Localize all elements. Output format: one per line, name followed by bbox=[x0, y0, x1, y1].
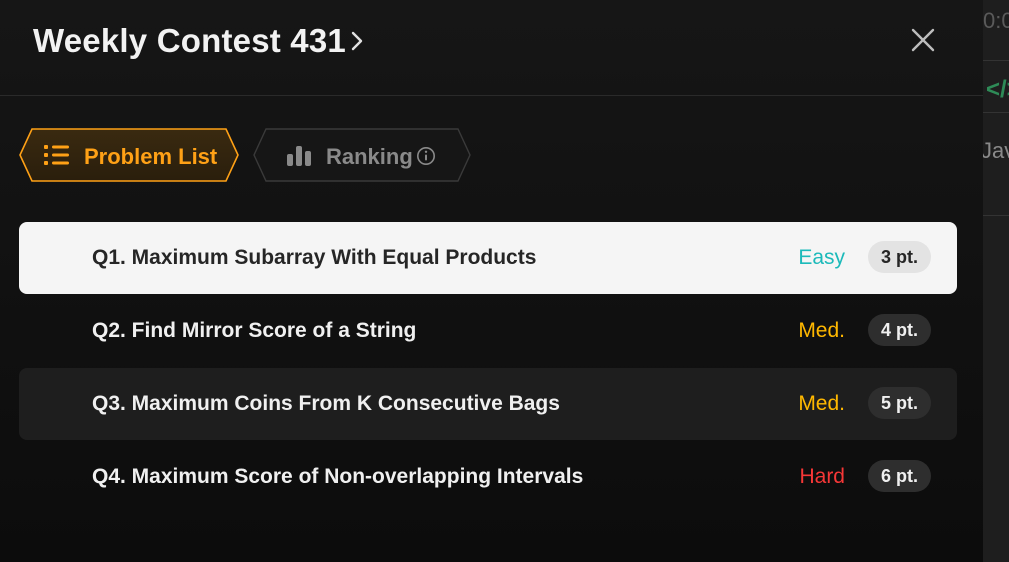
difficulty-label: Hard bbox=[799, 465, 845, 488]
divider bbox=[983, 112, 1009, 113]
points-badge: 5 pt. bbox=[867, 387, 931, 419]
editor-strip: 0:00 </> Java bbox=[983, 0, 1009, 562]
contest-panel: Weekly Contest 431 Problem List Ranking … bbox=[0, 0, 983, 562]
contest-title[interactable]: Weekly Contest 431 bbox=[33, 22, 346, 60]
tab-problem-list[interactable]: Problem List bbox=[18, 128, 240, 182]
problem-item-q4[interactable]: Q4. Maximum Score of Non-overlapping Int… bbox=[19, 441, 957, 513]
list-icon bbox=[44, 145, 69, 165]
problem-title: Q1. Maximum Subarray With Equal Products bbox=[92, 246, 537, 269]
points-badge: 4 pt. bbox=[867, 314, 931, 346]
tab-ranking[interactable]: Ranking bbox=[252, 128, 472, 182]
problem-item-q3[interactable]: Q3. Maximum Coins From K Consecutive Bag… bbox=[19, 368, 957, 440]
problem-title: Q3. Maximum Coins From K Consecutive Bag… bbox=[92, 392, 560, 415]
points-badge: 6 pt. bbox=[867, 460, 931, 492]
difficulty-label: Med. bbox=[798, 392, 845, 415]
timer-text: 0:00 bbox=[983, 8, 1009, 33]
language-selector[interactable]: Java bbox=[983, 138, 1009, 164]
divider bbox=[983, 60, 1009, 61]
difficulty-label: Med. bbox=[798, 319, 845, 342]
difficulty-label: Easy bbox=[798, 246, 845, 269]
bar-chart-icon bbox=[287, 146, 311, 166]
problem-item-q2[interactable]: Q2. Find Mirror Score of a String Med. 4… bbox=[19, 295, 957, 367]
info-icon[interactable] bbox=[416, 146, 436, 166]
problem-item-q1[interactable]: Q1. Maximum Subarray With Equal Products… bbox=[19, 222, 957, 294]
problem-title: Q4. Maximum Score of Non-overlapping Int… bbox=[92, 465, 584, 488]
points-badge: 3 pt. bbox=[867, 241, 931, 273]
tab-problem-list-label: Problem List bbox=[84, 144, 218, 169]
tab-ranking-label: Ranking bbox=[326, 144, 413, 169]
problem-title: Q2. Find Mirror Score of a String bbox=[92, 319, 417, 342]
chevron-right-icon[interactable] bbox=[350, 30, 364, 52]
divider bbox=[983, 215, 1009, 216]
panel-header: Weekly Contest 431 bbox=[0, 0, 983, 96]
code-icon[interactable]: </> bbox=[986, 76, 1009, 104]
close-icon[interactable] bbox=[908, 25, 938, 55]
